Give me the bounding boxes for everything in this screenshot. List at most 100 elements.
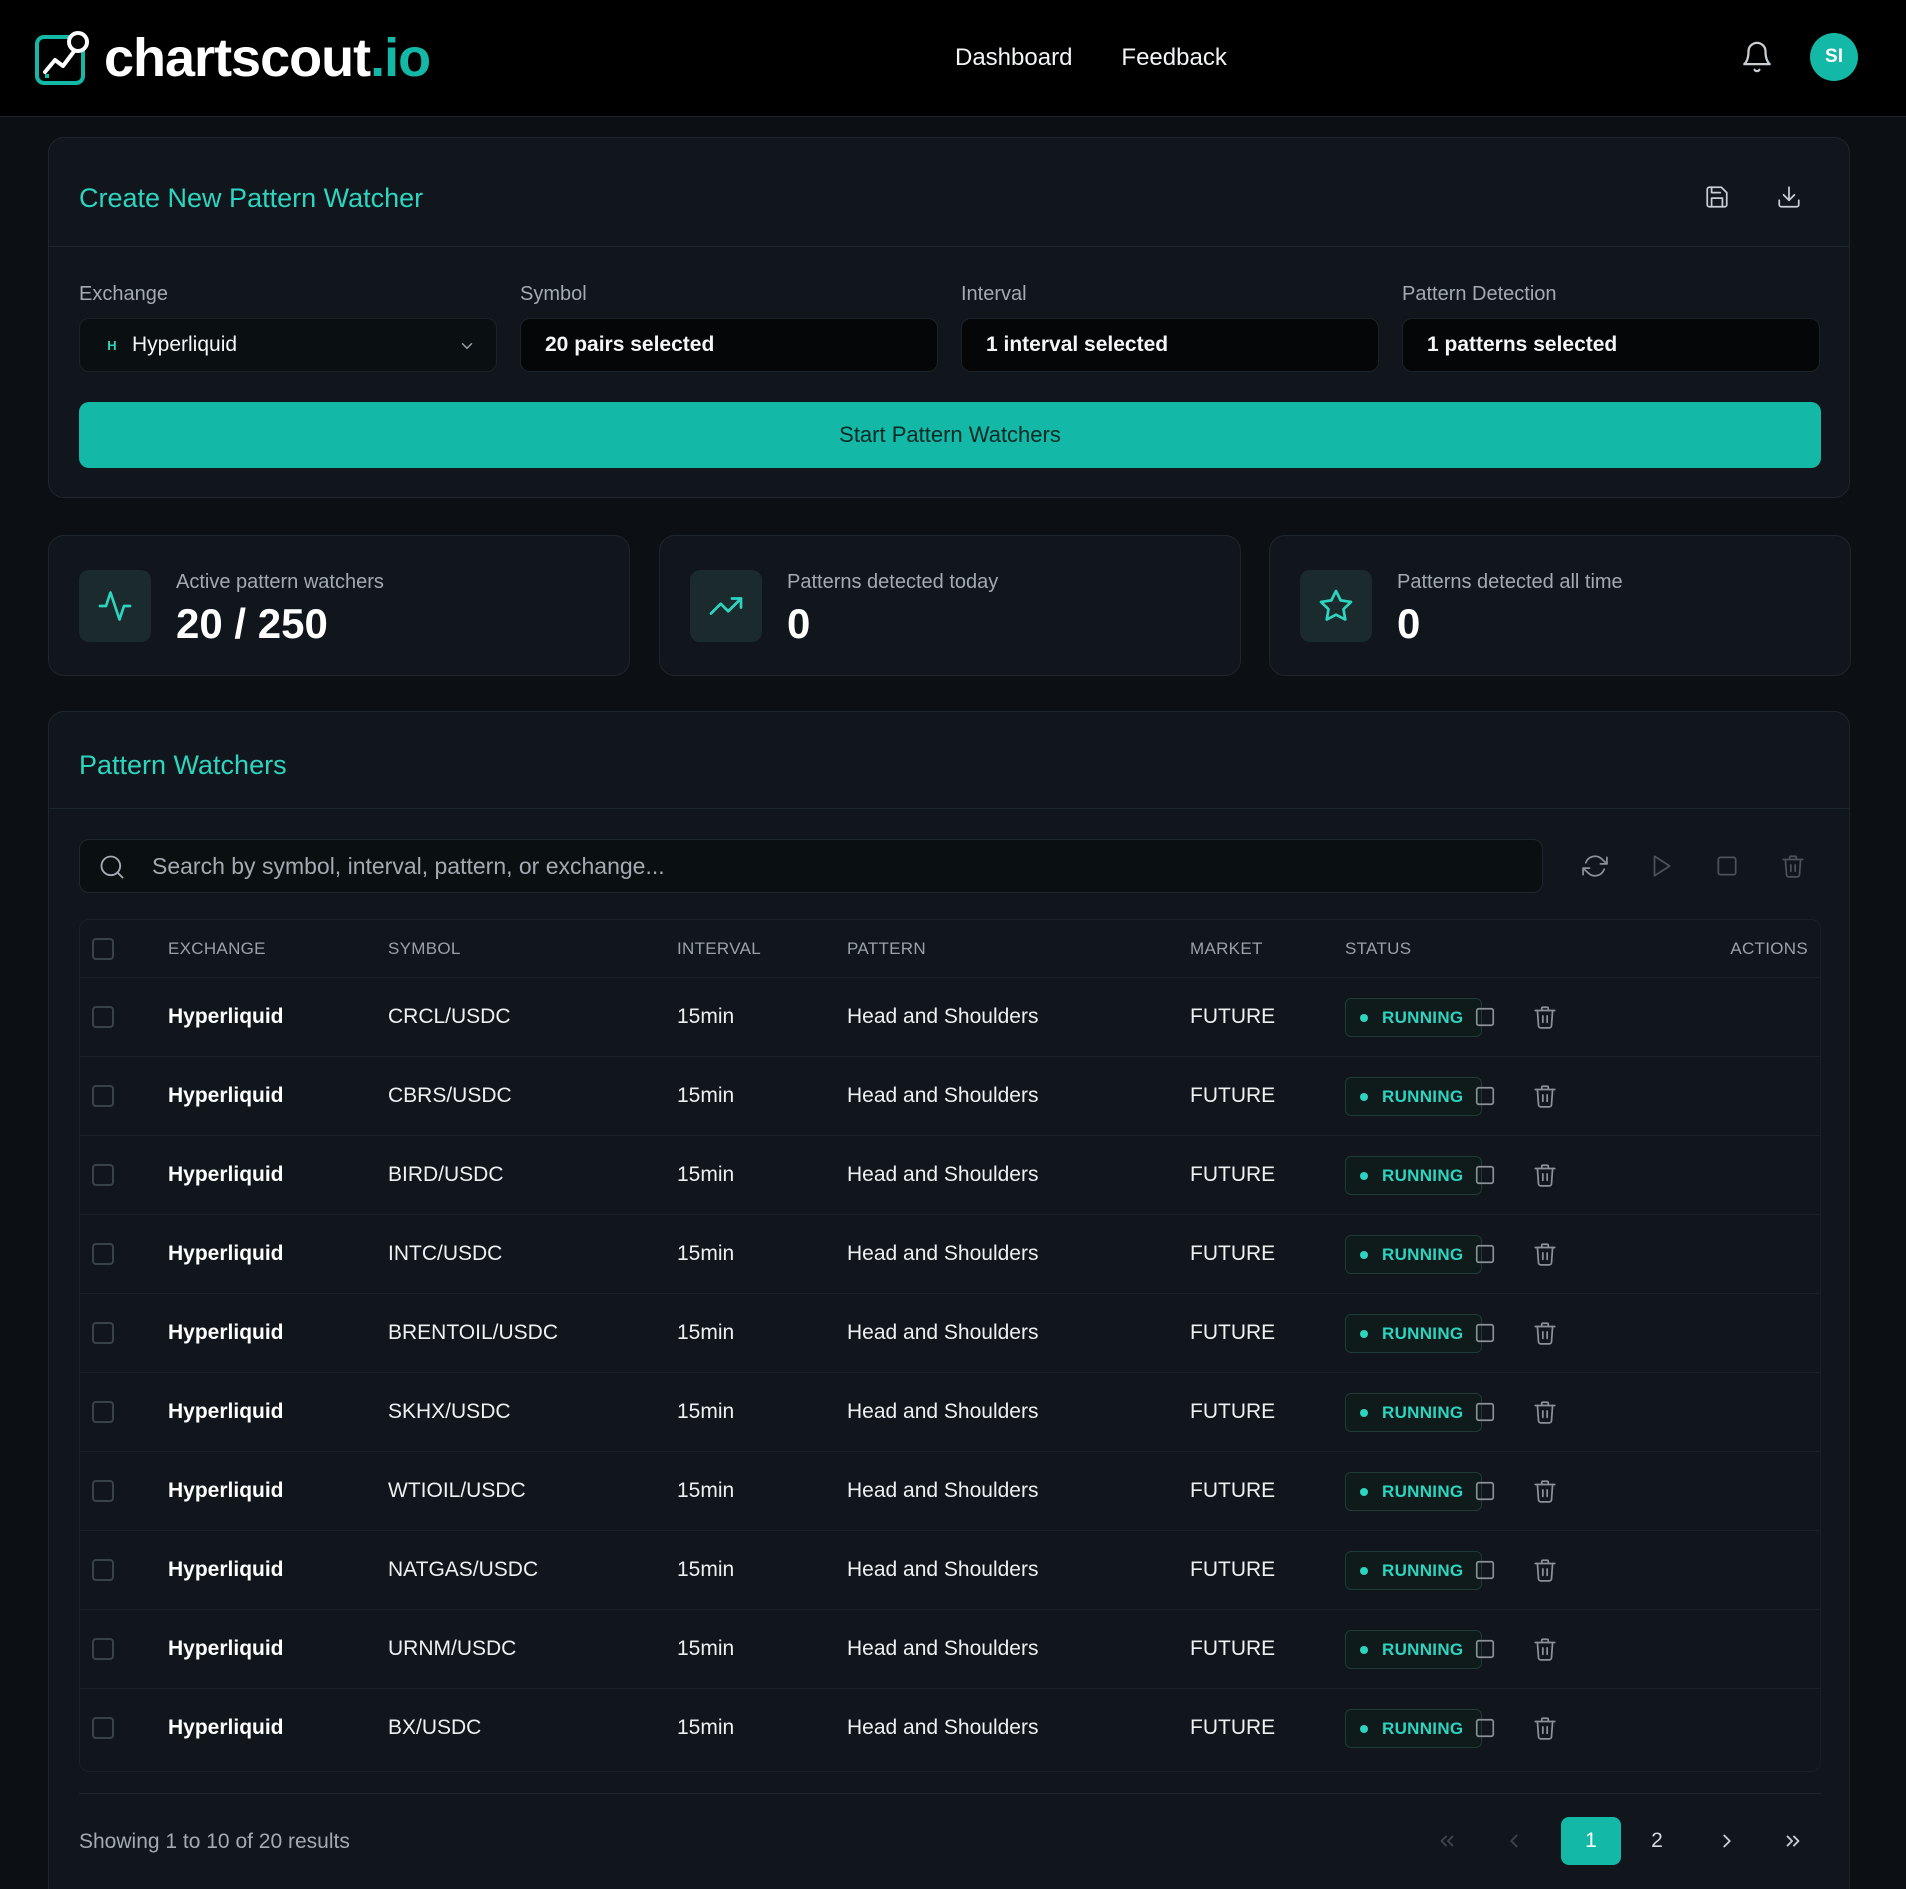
user-avatar[interactable]: SI: [1810, 33, 1858, 81]
search-box: [79, 839, 1543, 893]
trash-icon[interactable]: [1532, 1162, 1558, 1188]
row-checkbox[interactable]: [92, 1638, 114, 1660]
nav-feedback-link[interactable]: Feedback: [1121, 40, 1226, 76]
stop-icon[interactable]: [1474, 1085, 1496, 1107]
refresh-icon[interactable]: [1582, 853, 1608, 879]
table-row[interactable]: Hyperliquid INTC/USDC 15min Head and Should…: [80, 1215, 1820, 1294]
stop-icon[interactable]: [1474, 1480, 1496, 1502]
download-icon[interactable]: [1776, 184, 1802, 210]
stop-icon[interactable]: [1474, 1006, 1496, 1028]
stop-icon[interactable]: [1474, 1322, 1496, 1344]
column-header-status[interactable]: STATUS: [1345, 939, 1411, 959]
stat-icon-box: [79, 570, 151, 642]
row-checkbox[interactable]: [92, 1480, 114, 1502]
stop-icon[interactable]: [1714, 853, 1740, 879]
stop-icon[interactable]: [1474, 1717, 1496, 1739]
table-row[interactable]: Hyperliquid NATGAS/USDC 15min Head and Shou…: [80, 1531, 1820, 1610]
row-checkbox[interactable]: [92, 1164, 114, 1186]
row-checkbox[interactable]: [92, 1006, 114, 1028]
table-row[interactable]: Hyperliquid CRCL/USDC 15min Head and Should…: [80, 978, 1820, 1057]
exchange-label: Exchange: [79, 283, 168, 305]
status-text: RUNNING: [1382, 1165, 1464, 1185]
stat-value: 0: [787, 600, 811, 647]
row-checkbox[interactable]: [92, 1401, 114, 1423]
trash-icon[interactable]: [1532, 1399, 1558, 1425]
table-row[interactable]: Hyperliquid WTIOIL/USDC 15min Head and Shou…: [80, 1452, 1820, 1531]
top-navbar: chartscout.io Dashboard Feedback SI: [0, 0, 1906, 117]
row-checkbox[interactable]: [92, 1322, 114, 1344]
status-text: RUNNING: [1382, 1481, 1464, 1501]
last-page-button[interactable]: [1773, 1817, 1813, 1865]
column-header-pattern[interactable]: PATTERN: [847, 939, 926, 959]
interval-select[interactable]: 1 interval selected: [961, 318, 1379, 372]
trash-icon[interactable]: [1780, 853, 1806, 879]
status-dot-icon: [1360, 1092, 1368, 1101]
page-1-button[interactable]: 1: [1561, 1817, 1621, 1865]
trash-icon[interactable]: [1532, 1715, 1558, 1741]
table-row[interactable]: Hyperliquid BX/USDC 15min Head and Shoulder…: [80, 1689, 1820, 1768]
trash-icon[interactable]: [1532, 1241, 1558, 1267]
play-icon[interactable]: [1648, 853, 1674, 879]
cell-exchange: Hyperliquid: [168, 1479, 284, 1502]
pattern-select[interactable]: 1 patterns selected: [1402, 318, 1820, 372]
trash-icon[interactable]: [1532, 1083, 1558, 1109]
stop-icon[interactable]: [1474, 1401, 1496, 1423]
start-pattern-watchers-button[interactable]: Start Pattern Watchers: [79, 402, 1821, 468]
row-checkbox[interactable]: [92, 1559, 114, 1581]
symbol-select[interactable]: 20 pairs selected: [520, 318, 938, 372]
column-header-interval[interactable]: INTERVAL: [677, 939, 761, 959]
status-badge: RUNNING: [1345, 1393, 1482, 1432]
table-row[interactable]: Hyperliquid BRENTOIL/USDC 15min Head and Sh…: [80, 1294, 1820, 1373]
page-2-button[interactable]: 2: [1627, 1817, 1687, 1865]
trash-icon[interactable]: [1532, 1004, 1558, 1030]
exchange-select[interactable]: H Hyperliquid: [79, 318, 497, 372]
row-checkbox[interactable]: [92, 1085, 114, 1107]
status-badge: RUNNING: [1345, 1235, 1482, 1274]
search-input[interactable]: [152, 840, 1522, 892]
save-icon[interactable]: [1704, 184, 1730, 210]
cell-pattern: Head and Shoulders: [847, 1084, 1039, 1107]
cell-market: FUTURE: [1190, 1005, 1276, 1028]
first-page-button[interactable]: [1427, 1817, 1467, 1865]
nav-dashboard-link[interactable]: Dashboard: [955, 40, 1072, 76]
cell-pattern: Head and Shoulders: [847, 1716, 1039, 1739]
table-row[interactable]: Hyperliquid SKHX/USDC 15min Head and Should…: [80, 1373, 1820, 1452]
stat-value: 20 / 250: [176, 600, 328, 647]
status-dot-icon: [1360, 1645, 1368, 1654]
cell-interval: 15min: [677, 1321, 735, 1344]
brand-logo[interactable]: chartscout.io: [34, 28, 431, 88]
stop-icon[interactable]: [1474, 1559, 1496, 1581]
bell-icon[interactable]: [1740, 40, 1774, 74]
prev-page-button[interactable]: [1494, 1817, 1534, 1865]
next-page-button[interactable]: [1707, 1817, 1747, 1865]
stat-label: Patterns detected all time: [1397, 571, 1623, 593]
chevron-right-icon: [1723, 1834, 1731, 1848]
cell-symbol: WTIOIL/USDC: [388, 1479, 526, 1502]
cell-pattern: Head and Shoulders: [847, 1558, 1039, 1581]
stop-icon[interactable]: [1474, 1164, 1496, 1186]
select-all-checkbox[interactable]: [92, 938, 114, 960]
stop-icon[interactable]: [1474, 1243, 1496, 1265]
create-divider: [49, 246, 1849, 247]
row-checkbox[interactable]: [92, 1717, 114, 1739]
table-row[interactable]: Hyperliquid URNM/USDC 15min Head and Should…: [80, 1610, 1820, 1689]
cell-symbol: SKHX/USDC: [388, 1400, 511, 1423]
column-header-exchange[interactable]: EXCHANGE: [168, 939, 266, 959]
trash-icon[interactable]: [1532, 1478, 1558, 1504]
column-header-symbol[interactable]: SYMBOL: [388, 939, 461, 959]
table-row[interactable]: Hyperliquid BIRD/USDC 15min Head and Should…: [80, 1136, 1820, 1215]
stop-icon[interactable]: [1474, 1638, 1496, 1660]
column-header-market[interactable]: MARKET: [1190, 939, 1263, 959]
status-dot-icon: [1360, 1408, 1368, 1417]
stat-patterns-today: Patterns detected today 0: [659, 535, 1241, 676]
trash-icon[interactable]: [1532, 1320, 1558, 1346]
cell-pattern: Head and Shoulders: [847, 1242, 1039, 1265]
row-checkbox[interactable]: [92, 1243, 114, 1265]
trash-icon[interactable]: [1532, 1636, 1558, 1662]
cell-pattern: Head and Shoulders: [847, 1163, 1039, 1186]
cell-market: FUTURE: [1190, 1242, 1276, 1265]
cell-exchange: Hyperliquid: [168, 1242, 284, 1265]
table-row[interactable]: Hyperliquid CBRS/USDC 15min Head and Should…: [80, 1057, 1820, 1136]
cell-symbol: NATGAS/USDC: [388, 1558, 539, 1581]
trash-icon[interactable]: [1532, 1557, 1558, 1583]
